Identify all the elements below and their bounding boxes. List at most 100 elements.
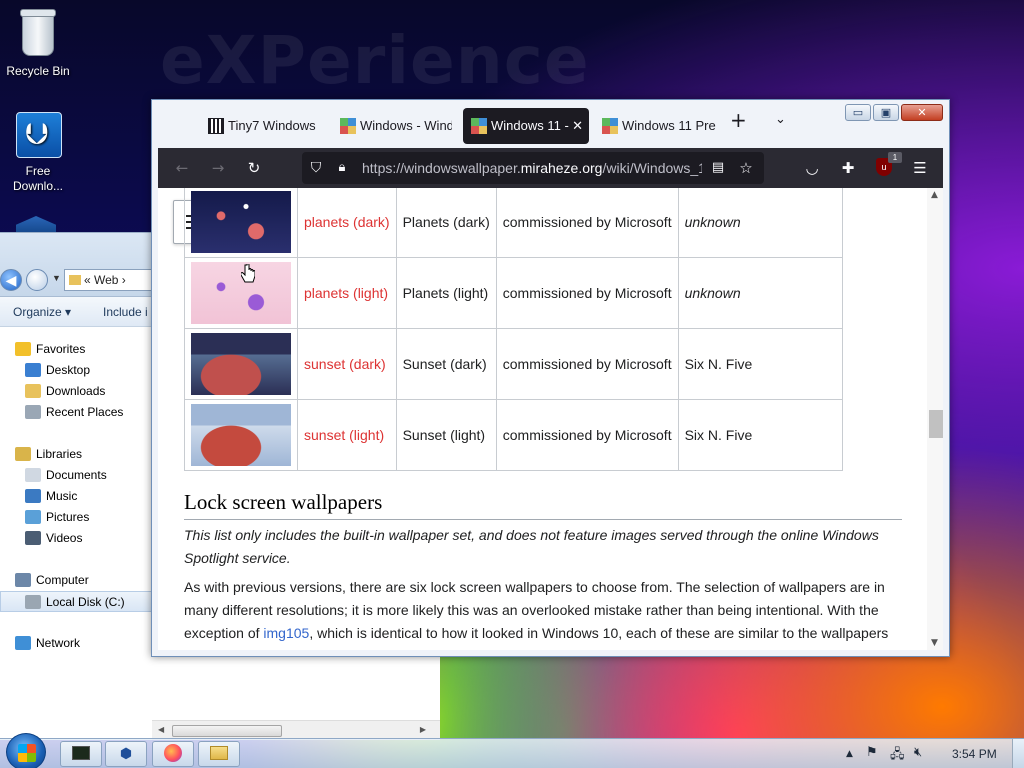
taskbar-firefox-button[interactable] (152, 741, 194, 767)
table-row: sunset (dark) Sunset (dark) commissioned… (184, 328, 843, 400)
author-cell: Six N. Five (677, 399, 843, 471)
scroll-left-arrow-icon[interactable]: ◀ (158, 725, 164, 734)
table-row: planets (dark) Planets (dark) commission… (184, 188, 843, 258)
tab-label: Windows - Wind (360, 118, 452, 133)
action-center-flag-icon[interactable]: ⚑ (866, 745, 878, 760)
new-tab-button[interactable]: + (730, 108, 747, 132)
taskbar-virtualbox-button[interactable]: ⬢ (105, 741, 147, 767)
nav-desktop[interactable]: Desktop (0, 360, 152, 381)
tab-windows-wind[interactable]: Windows - Wind (332, 108, 452, 144)
section-note: This list only includes the built-in wal… (184, 527, 879, 566)
taskbar-explorer-button[interactable] (198, 741, 240, 767)
downloads-folder-icon (25, 384, 41, 398)
address-bar[interactable]: « Web › (64, 269, 154, 291)
close-window-button[interactable]: ✕ (901, 104, 943, 121)
taskbar-clock[interactable]: 3:54 PM (952, 747, 997, 761)
recycle-bin-desktop-icon[interactable]: Recycle Bin (0, 6, 76, 78)
wiki-favicon-icon (602, 118, 618, 134)
name-cell: Planets (dark) (395, 188, 497, 258)
file-link[interactable]: planets (dark) (304, 214, 390, 230)
nav-documents[interactable]: Documents (0, 465, 152, 486)
navigation-toolbar: ← → ↻ ⛉ 🔒︎ https://windowswallpaper.mira… (158, 148, 943, 188)
wiki-favicon-icon (471, 118, 487, 134)
download-shortcut-icon (16, 112, 62, 160)
recent-pages-dropdown[interactable]: ▼ (52, 273, 61, 283)
url-bar[interactable]: ⛉ 🔒︎ https://windowswallpaper.miraheze.o… (302, 152, 764, 184)
source-cell: commissioned by Microsoft (495, 399, 679, 471)
bookmark-star-icon[interactable]: ☆ (736, 158, 756, 178)
show-desktop-button[interactable] (1012, 739, 1024, 768)
extensions-puzzle-icon[interactable]: ✚ (838, 158, 858, 178)
lock-icon[interactable]: 🔒︎ (332, 158, 352, 178)
reload-icon[interactable]: ↻ (244, 158, 264, 178)
tab-label: Tiny7 Windows (228, 118, 316, 133)
nav-label: Desktop (46, 363, 91, 377)
reader-view-icon[interactable]: ▤ (708, 158, 728, 178)
scroll-down-arrow-icon[interactable]: ▼ (931, 638, 938, 648)
file-link[interactable]: sunset (dark) (304, 356, 386, 372)
tab-tiny7[interactable]: Tiny7 Windows (200, 108, 320, 144)
libraries-icon (15, 447, 31, 461)
documents-icon (25, 468, 41, 482)
minimize-button[interactable]: ▭ (845, 104, 871, 121)
scroll-right-arrow-icon[interactable]: ▶ (420, 725, 426, 734)
blocked-count-badge: 1 (888, 152, 902, 163)
nav-favorites[interactable]: Favorites (0, 339, 152, 360)
forward-button[interactable] (26, 269, 48, 291)
nav-videos[interactable]: Videos (0, 528, 152, 549)
firefox-window: ▭ ▣ ✕ Tiny7 Windows Windows - Wind Windo… (151, 99, 950, 657)
back-button[interactable]: ◀ (0, 269, 22, 291)
explorer-nav-pane: Favorites Desktop Downloads Recent Place… (0, 327, 152, 740)
img105-link[interactable]: img105 (263, 625, 309, 641)
nav-label: Computer (36, 573, 89, 587)
file-link[interactable]: planets (light) (304, 285, 388, 301)
maximize-button[interactable]: ▣ (873, 104, 899, 121)
start-button[interactable] (6, 733, 46, 768)
desktop-icon (25, 363, 41, 377)
tracking-protection-shield-icon[interactable]: ⛉ (306, 158, 326, 178)
back-arrow-icon[interactable]: ← (172, 158, 192, 178)
nav-downloads[interactable]: Downloads (0, 381, 152, 402)
folder-icon (69, 275, 81, 285)
nav-label: Recent Places (46, 405, 124, 419)
pocket-icon[interactable]: ◡ (802, 158, 822, 178)
nav-computer[interactable]: Computer (0, 570, 152, 591)
forward-arrow-icon[interactable]: → (208, 158, 228, 178)
nav-label: Favorites (36, 342, 86, 356)
explorer-horizontal-scrollbar[interactable]: ◀ ▶ (152, 720, 440, 740)
thumbnail-cell (184, 188, 298, 258)
wallpaper-thumbnail[interactable] (191, 333, 291, 395)
tab-windows-11-pre[interactable]: Windows 11 Pre (594, 108, 720, 144)
nav-network[interactable]: Network (0, 633, 152, 654)
taskbar-cmd-button[interactable] (60, 741, 102, 767)
nav-music[interactable]: Music (0, 486, 152, 507)
scroll-up-arrow-icon[interactable]: ▲ (931, 190, 938, 200)
nav-libraries[interactable]: Libraries (0, 444, 152, 465)
free-download-desktop-icon[interactable]: Free Downlo... (0, 112, 76, 194)
volume-muted-icon[interactable]: 🔇︎ (914, 745, 922, 760)
file-link[interactable]: sunset (light) (304, 427, 384, 443)
list-all-tabs-button[interactable]: ⌄ (775, 112, 786, 127)
network-tray-icon[interactable]: 🖧︎ (890, 745, 905, 767)
close-tab-icon[interactable]: ✕ (572, 108, 583, 144)
show-hidden-icons-button[interactable]: ▲ (846, 749, 853, 759)
author-cell: unknown (677, 257, 843, 329)
wallpaper-thumbnail[interactable] (191, 191, 291, 253)
menu-hamburger-icon[interactable]: ☰ (910, 158, 930, 178)
organize-button[interactable]: Organize ▾ (13, 305, 71, 319)
nav-recent-places[interactable]: Recent Places (0, 402, 152, 423)
taskbar: ⬢ ▲ ⚑ 🖧︎ 🔇︎ 3:54 PM (0, 733, 1024, 768)
tab-windows-11-active[interactable]: Windows 11 - ✕ (463, 108, 589, 144)
nav-pictures[interactable]: Pictures (0, 507, 152, 528)
scrollbar-thumb[interactable] (172, 725, 282, 737)
scrollbar-thumb[interactable] (929, 410, 943, 438)
url-text[interactable]: https://windowswallpaper.miraheze.org/wi… (362, 160, 702, 176)
pictures-icon (25, 510, 41, 524)
wallpaper-thumbnail[interactable] (191, 404, 291, 466)
include-in-library-button[interactable]: Include i (103, 305, 148, 319)
page-vertical-scrollbar[interactable]: ▲ ▼ (927, 188, 943, 650)
nav-label: Videos (46, 531, 83, 545)
desktop-icon-label: Free Downlo... (12, 164, 64, 193)
nav-local-disk[interactable]: Local Disk (C:) (0, 591, 152, 612)
source-cell: commissioned by Microsoft (495, 188, 679, 258)
